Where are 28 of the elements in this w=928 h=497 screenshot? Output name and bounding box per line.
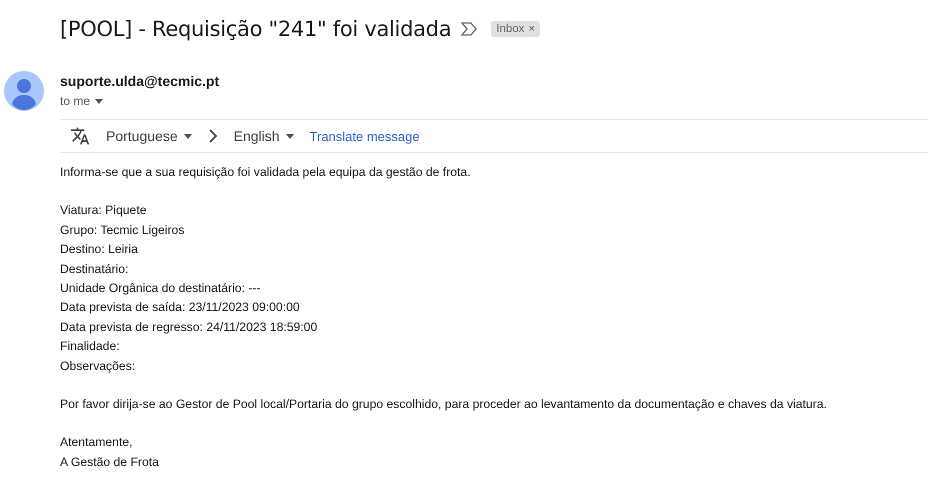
- body-text-line: Destinatário:: [60, 260, 130, 278]
- body-text-line: A Gestão de Frota: [60, 454, 160, 471]
- target-language-dropdown[interactable]: English: [230, 128, 298, 144]
- recipients-toggle[interactable]: to me: [60, 94, 928, 108]
- body-text-line: Observações:: [60, 358, 136, 375]
- body-text-line: Informa-se que a sua requisição foi validada pela equipa da gestão de frota.: [60, 164, 472, 181]
- body-text-line: Viatura: Piquete: [60, 202, 148, 220]
- sender-email: suporte.ulda@tecmic.pt: [60, 73, 220, 89]
- caret-icon: [184, 134, 192, 138]
- importance-marker-icon[interactable]: [461, 22, 478, 36]
- caret-icon: [286, 134, 294, 138]
- remove-label-button[interactable]: ×: [528, 23, 535, 35]
- translate-message-link[interactable]: Translate message: [310, 128, 420, 144]
- body-text-line: Data prevista de regresso: 24/11/2023 18:59:00: [60, 318, 318, 336]
- chevron-right-icon: [208, 129, 218, 143]
- email-subject: [POOL] - Requisição "241" foi validada: [60, 17, 452, 41]
- source-language-dropdown[interactable]: Portuguese: [102, 128, 196, 144]
- caret-icon: [95, 98, 104, 104]
- body-text-line: Unidade Orgânica do destinatário: ---: [60, 280, 262, 297]
- label-text: Inbox: [496, 23, 524, 35]
- body-text-line: Finalidade:: [60, 338, 121, 356]
- body-text-line: Grupo: Tecmic Ligeiros: [60, 222, 186, 239]
- translate-icon: [70, 126, 90, 146]
- body-text-line: Atentamente,: [60, 434, 134, 452]
- body-text-line: Data prevista de saída: 23/11/2023 09:00:00: [60, 299, 301, 316]
- body-text-line: Destino: Leiria: [60, 241, 139, 258]
- body-text-line: Por favor dirija-se ao Gestor de Pool local/Portaria do grupo escolhido, para proceder ao levantamento da documentação e chaves da viatura.: [60, 396, 828, 413]
- avatar-icon: [4, 71, 44, 111]
